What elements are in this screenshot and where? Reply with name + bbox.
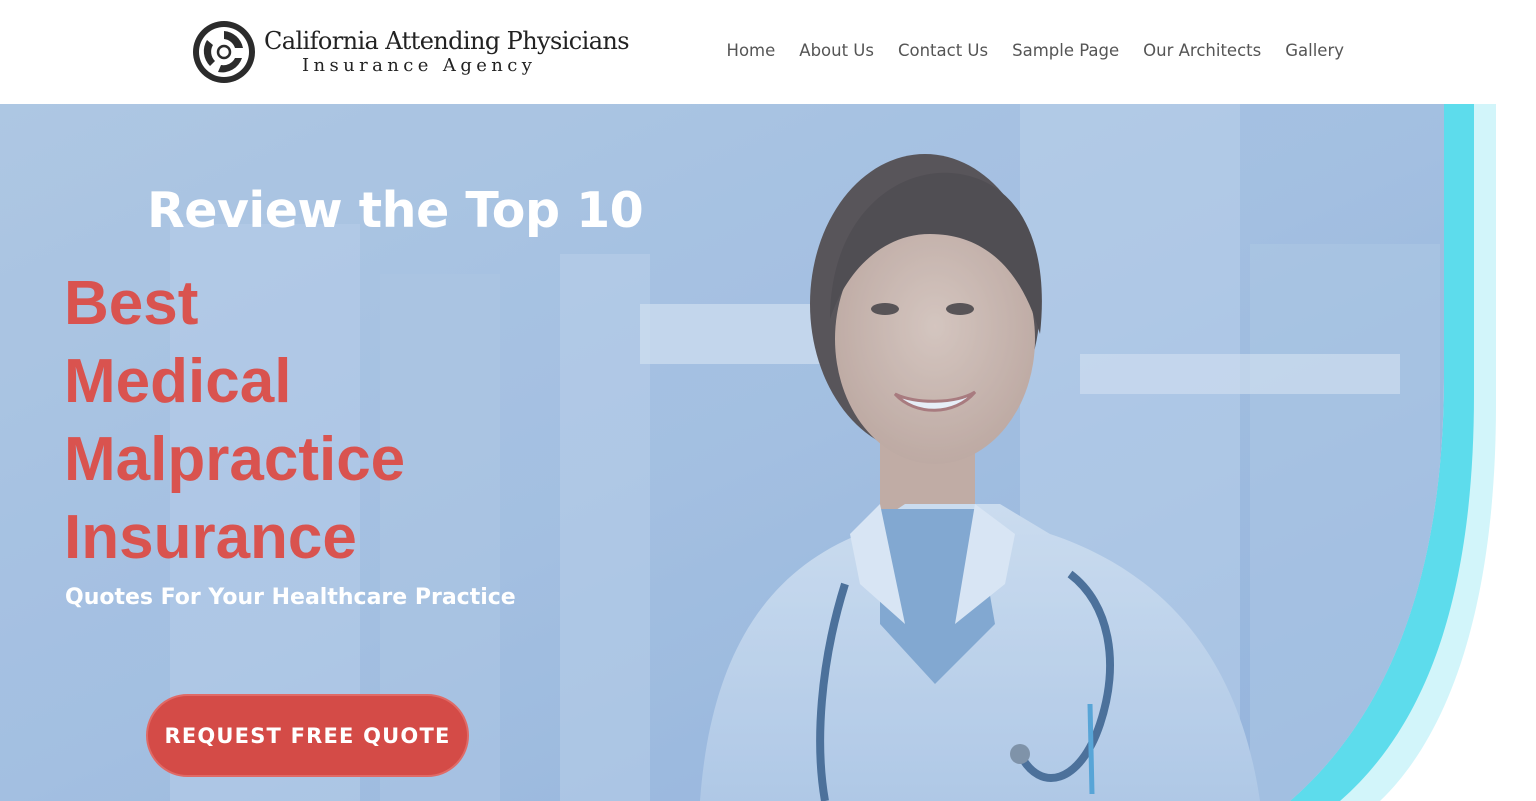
nav-home[interactable]: Home bbox=[727, 41, 776, 60]
hero-title-line: Best bbox=[64, 269, 199, 338]
circular-arrows-logo-icon bbox=[193, 21, 255, 83]
logo-name-line2: Insurance Agency bbox=[302, 55, 537, 76]
logo-text: California Attending Physicians Insuranc… bbox=[264, 27, 630, 77]
hero-title-line: Medical bbox=[64, 347, 292, 416]
site-logo[interactable]: California Attending Physicians Insuranc… bbox=[190, 17, 630, 87]
hero-eyebrow: Review the Top 10 bbox=[147, 182, 644, 239]
logo-name-line1: California Attending Physicians bbox=[264, 27, 630, 55]
nav-contact-us[interactable]: Contact Us bbox=[898, 41, 988, 60]
hero-title-line: Malpractice bbox=[64, 425, 406, 494]
hero-title: Best Medical Malpractice Insurance bbox=[64, 265, 405, 577]
hero-section: Review the Top 10 Best Medical Malpracti… bbox=[0, 104, 1536, 801]
nav-sample-page[interactable]: Sample Page bbox=[1012, 41, 1119, 60]
hero-subtitle: Quotes For Your Healthcare Practice bbox=[65, 585, 516, 610]
request-free-quote-button[interactable]: REQUEST FREE QUOTE bbox=[146, 694, 469, 777]
nav-about-us[interactable]: About Us bbox=[799, 41, 874, 60]
nav-gallery[interactable]: Gallery bbox=[1285, 41, 1344, 60]
site-header: California Attending Physicians Insuranc… bbox=[0, 0, 1536, 104]
main-nav: Home About Us Contact Us Sample Page Our… bbox=[727, 41, 1344, 60]
hero-title-line: Insurance bbox=[64, 503, 357, 572]
nav-our-architects[interactable]: Our Architects bbox=[1143, 41, 1261, 60]
